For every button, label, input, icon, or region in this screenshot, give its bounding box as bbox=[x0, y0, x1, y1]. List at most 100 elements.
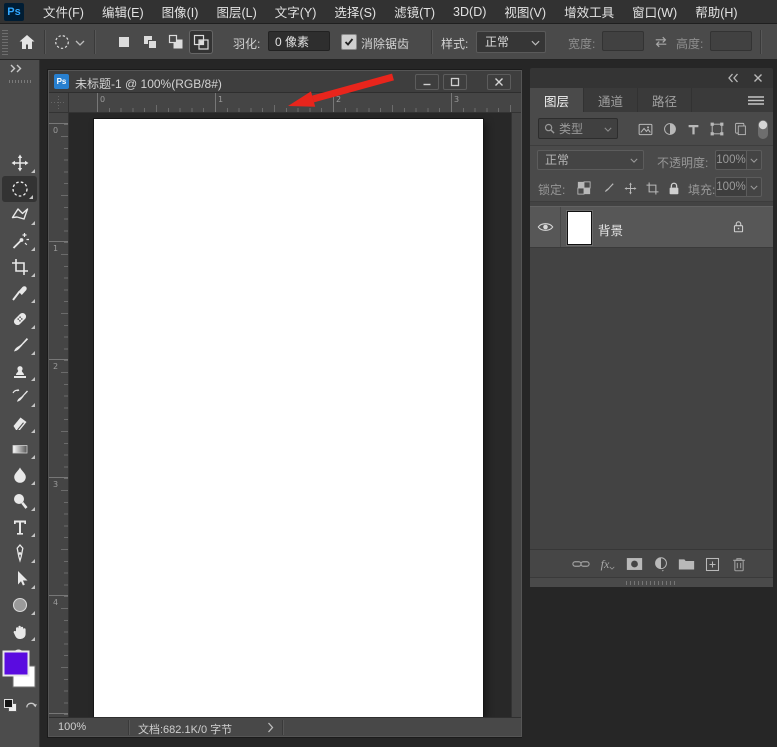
close-panel-icon[interactable] bbox=[753, 73, 763, 83]
vertical-ruler[interactable]: 0 1 2 3 4 5 bbox=[49, 113, 69, 725]
new-group-button[interactable] bbox=[676, 555, 696, 573]
tab-layers[interactable]: 图层 bbox=[530, 88, 584, 112]
layer-row-background[interactable]: 背景 bbox=[530, 206, 773, 248]
path-select-tool[interactable] bbox=[0, 566, 39, 592]
add-layer-mask-button[interactable] bbox=[624, 555, 644, 573]
eraser-tool[interactable] bbox=[0, 410, 39, 436]
type-tool[interactable] bbox=[0, 514, 39, 540]
menu-layer[interactable]: 图层(L) bbox=[207, 2, 265, 21]
ruler-origin-corner[interactable] bbox=[49, 93, 69, 113]
height-input[interactable] bbox=[710, 31, 752, 51]
history-brush-tool[interactable] bbox=[0, 384, 39, 410]
filter-smart-objects-icon[interactable] bbox=[731, 120, 749, 138]
style-select[interactable]: 正常 bbox=[476, 31, 546, 53]
panel-resize-gripper[interactable] bbox=[530, 577, 773, 587]
opacity-value[interactable]: 100% bbox=[715, 150, 747, 170]
add-to-selection-mode-button[interactable] bbox=[139, 31, 161, 53]
blur-tool[interactable] bbox=[0, 462, 39, 488]
vertical-scrollbar[interactable] bbox=[511, 113, 521, 717]
menu-filter[interactable]: 滤镜(T) bbox=[385, 2, 444, 21]
menu-window[interactable]: 窗口(W) bbox=[623, 2, 686, 21]
pasteboard[interactable] bbox=[69, 113, 511, 717]
lock-image-pixels-icon[interactable] bbox=[598, 179, 616, 197]
menu-image[interactable]: 图像(I) bbox=[153, 2, 208, 21]
width-input[interactable] bbox=[602, 31, 644, 51]
elliptical-marquee-tool[interactable] bbox=[2, 176, 37, 202]
subtract-from-selection-mode-button[interactable] bbox=[165, 31, 187, 53]
feather-input[interactable]: 0 像素 bbox=[268, 31, 330, 51]
lock-position-icon[interactable] bbox=[621, 179, 639, 197]
gradient-tool[interactable] bbox=[0, 436, 39, 462]
layer-thumbnail[interactable] bbox=[567, 211, 592, 245]
close-button[interactable] bbox=[487, 74, 511, 90]
swap-colors-icon[interactable] bbox=[24, 698, 39, 713]
document-title-bar[interactable]: Ps 未标题-1 @ 100%(RGB/8#) bbox=[49, 71, 521, 93]
layer-filter-type-select[interactable]: 类型 bbox=[538, 118, 618, 139]
new-selection-mode-button[interactable] bbox=[113, 31, 135, 53]
crop-tool[interactable] bbox=[0, 254, 39, 280]
filter-adjustment-layers-icon[interactable] bbox=[661, 120, 679, 138]
layer-style-fx-button[interactable]: fx bbox=[598, 555, 618, 573]
move-tool[interactable] bbox=[0, 150, 39, 176]
fill-dropdown-chevron-icon[interactable] bbox=[747, 177, 762, 197]
tool-preset-chevron-icon[interactable] bbox=[75, 40, 85, 46]
intersect-selection-mode-button[interactable] bbox=[190, 31, 212, 53]
panel-menu-icon[interactable] bbox=[748, 96, 764, 105]
eyedropper-tool[interactable] bbox=[0, 280, 39, 306]
filter-type-layers-icon[interactable] bbox=[684, 120, 702, 138]
delete-layer-button[interactable] bbox=[729, 555, 749, 573]
lock-artboard-icon[interactable] bbox=[643, 179, 661, 197]
eye-icon[interactable] bbox=[537, 221, 554, 233]
home-icon[interactable] bbox=[17, 32, 37, 52]
layer-visibility-cell[interactable] bbox=[530, 207, 561, 247]
expand-toolbar-icon[interactable] bbox=[9, 64, 23, 74]
menu-edit[interactable]: 编辑(E) bbox=[93, 2, 153, 21]
foreground-color-swatch[interactable] bbox=[2, 650, 30, 677]
tab-paths[interactable]: 路径 bbox=[638, 88, 692, 112]
tab-channels[interactable]: 通道 bbox=[584, 88, 638, 112]
link-layers-icon[interactable] bbox=[571, 555, 591, 573]
default-colors-icon[interactable] bbox=[3, 698, 19, 714]
maximize-button[interactable] bbox=[443, 74, 467, 90]
menu-file[interactable]: 文件(F) bbox=[34, 2, 93, 21]
zoom-level[interactable]: 100% bbox=[58, 721, 86, 733]
pen-tool[interactable] bbox=[0, 540, 39, 566]
menu-type[interactable]: 文字(Y) bbox=[266, 2, 326, 21]
menu-plugins[interactable]: 增效工具 bbox=[555, 2, 623, 21]
swap-width-height-icon[interactable] bbox=[653, 35, 669, 49]
menu-view[interactable]: 视图(V) bbox=[495, 2, 555, 21]
antialias-checkbox[interactable] bbox=[341, 34, 357, 50]
brush-tool[interactable] bbox=[0, 332, 39, 358]
status-chevron-icon[interactable] bbox=[267, 722, 274, 733]
ellipse-shape-tool[interactable] bbox=[0, 592, 39, 618]
minimize-button[interactable] bbox=[415, 74, 439, 90]
lock-transparent-pixels-icon[interactable] bbox=[575, 179, 593, 197]
filter-on-off-toggle[interactable] bbox=[757, 119, 769, 140]
antialias-label[interactable]: 消除锯齿 bbox=[361, 35, 409, 52]
blend-mode-select[interactable]: 正常 bbox=[537, 150, 644, 170]
opacity-dropdown-chevron-icon[interactable] bbox=[747, 150, 762, 170]
tool-preset-icon[interactable] bbox=[53, 33, 71, 51]
menu-3d[interactable]: 3D(D) bbox=[444, 5, 495, 19]
collapse-panels-icon[interactable] bbox=[727, 73, 739, 83]
horizontal-ruler[interactable]: 0 1 2 3 bbox=[69, 93, 521, 113]
toolbar-grip-handle[interactable] bbox=[9, 80, 31, 83]
spot-healing-brush-tool[interactable] bbox=[0, 306, 39, 332]
dodge-tool[interactable] bbox=[0, 488, 39, 514]
layer-name[interactable]: 背景 bbox=[598, 220, 623, 239]
options-grip-handle[interactable] bbox=[2, 29, 8, 55]
new-layer-button[interactable] bbox=[702, 555, 722, 573]
menu-select[interactable]: 选择(S) bbox=[325, 2, 385, 21]
new-adjustment-layer-button[interactable] bbox=[651, 555, 671, 573]
lock-all-icon[interactable] bbox=[665, 179, 683, 197]
menu-help[interactable]: 帮助(H) bbox=[686, 2, 746, 21]
tool-flyout-indicator bbox=[31, 455, 35, 459]
filter-pixel-layers-icon[interactable] bbox=[636, 120, 654, 138]
lasso-tool[interactable] bbox=[0, 202, 39, 228]
magic-wand-tool[interactable] bbox=[0, 228, 39, 254]
filter-shape-layers-icon[interactable] bbox=[708, 120, 726, 138]
clone-stamp-tool[interactable] bbox=[0, 358, 39, 384]
canvas[interactable] bbox=[94, 119, 483, 717]
fill-value[interactable]: 100% bbox=[715, 177, 747, 197]
hand-tool[interactable] bbox=[0, 618, 39, 644]
